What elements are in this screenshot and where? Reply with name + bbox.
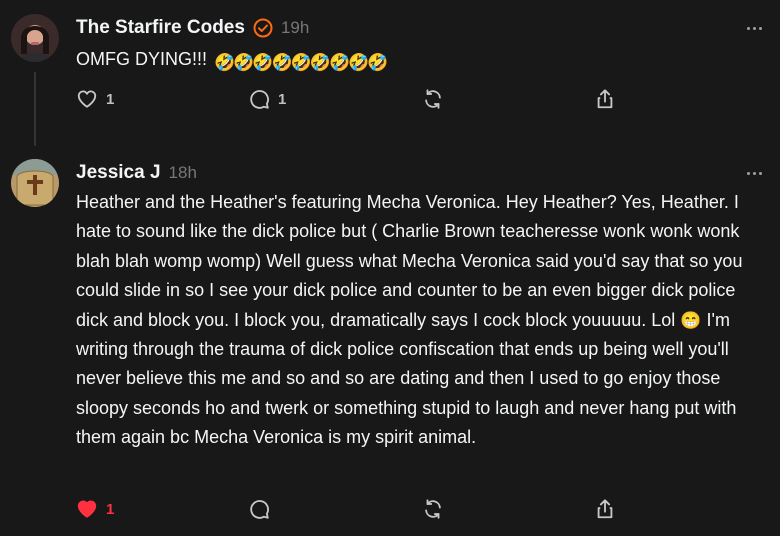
repost-button[interactable]	[422, 498, 444, 520]
like-count: 1	[106, 500, 115, 518]
more-options-icon[interactable]	[742, 18, 766, 38]
post-header: The Starfire Codes 19h	[76, 16, 309, 40]
repost-icon	[425, 89, 441, 109]
verified-badge-icon	[253, 18, 273, 38]
reply-count: 1	[278, 90, 287, 108]
like-count: 1	[106, 90, 115, 108]
post-text-part-2: I'm writing through the trauma of dick p…	[76, 309, 737, 448]
more-options-icon[interactable]	[742, 163, 766, 183]
repost-button[interactable]	[422, 88, 444, 110]
like-button[interactable]: 1	[76, 88, 114, 110]
post-text: OMFG DYING!!! 🤣🤣🤣🤣🤣🤣🤣🤣🤣	[76, 45, 766, 77]
comment-icon	[250, 90, 269, 109]
post-header: Jessica J 18h	[76, 161, 197, 185]
share-icon	[597, 89, 613, 109]
post-time: 18h	[168, 163, 197, 182]
comment-icon	[250, 500, 269, 519]
grinning-emoji: 😁	[680, 310, 702, 330]
post-actions: 1 1	[76, 88, 636, 112]
share-icon	[597, 499, 613, 519]
reply-button[interactable]	[248, 498, 270, 520]
heart-filled-icon	[77, 500, 97, 518]
post-time: 19h	[280, 18, 310, 37]
repost-icon	[425, 499, 441, 519]
post-text-content: OMFG DYING!!!	[76, 49, 208, 69]
rofl-emoji-row: 🤣🤣🤣🤣🤣🤣🤣🤣🤣	[214, 53, 389, 72]
heart-icon	[77, 90, 97, 108]
share-button[interactable]	[594, 88, 616, 110]
like-button[interactable]: 1	[76, 498, 114, 520]
post-actions: 1	[76, 498, 636, 522]
share-button[interactable]	[594, 498, 616, 520]
username[interactable]: The Starfire Codes	[76, 16, 245, 40]
thread-line	[34, 72, 36, 146]
post-text-part-1: Heather and the Heather's featuring Mech…	[76, 192, 743, 330]
username[interactable]: Jessica J	[76, 161, 161, 185]
avatar-starfire-codes[interactable]	[11, 14, 59, 62]
avatar-jessica-j[interactable]	[11, 159, 59, 207]
reply-button[interactable]: 1	[248, 88, 286, 110]
post-text: Heather and the Heather's featuring Mech…	[76, 188, 766, 453]
